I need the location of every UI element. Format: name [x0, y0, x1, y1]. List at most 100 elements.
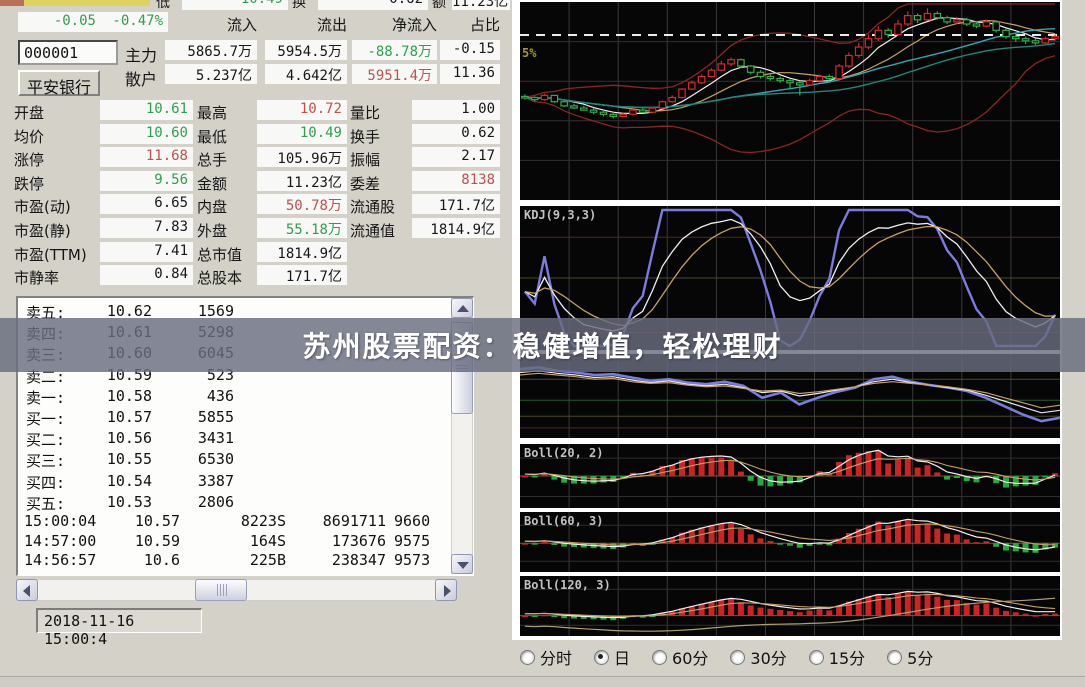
- trade-amount: 8691711: [296, 512, 386, 530]
- boll20-label: Boll(20, 2): [524, 446, 603, 460]
- tick-log-row: 14:57:0010.59164S1736769575: [18, 532, 448, 551]
- quote-value: 1814.9亿: [412, 218, 500, 238]
- level-volume: 5855: [154, 408, 234, 426]
- trade-time: 14:56:57: [24, 551, 96, 569]
- flow-value: 5951.4万: [352, 64, 437, 84]
- quote-label: 市盈(动): [14, 196, 98, 217]
- change-value: -0.05: [54, 13, 96, 29]
- quote-value: 10.61: [100, 100, 193, 120]
- level-price: 10.58: [82, 387, 152, 405]
- level-name: 买三:: [26, 450, 65, 471]
- period-radio-label: 分时: [540, 645, 572, 669]
- clipped-amount-value: 11.23亿: [452, 0, 510, 10]
- quote-value: 55.18万: [257, 218, 347, 238]
- order-book-row: 买三:10.556530: [18, 450, 448, 471]
- radio-icon: [730, 650, 745, 665]
- quote-label: 金额: [197, 173, 255, 194]
- scroll-up-button[interactable]: [451, 298, 473, 318]
- flow-value: 11.36: [440, 64, 500, 84]
- quote-label: 市盈(静): [14, 220, 98, 241]
- trade-seq: 9575: [394, 532, 430, 550]
- quote-value: 11.23亿: [257, 171, 347, 191]
- scroll-left-button[interactable]: [16, 579, 38, 601]
- trading-terminal-window: 低 10.49 换 0.62 额 11.23亿 -0.05 -0.47% 平安银…: [0, 0, 1085, 687]
- period-radio-label: 5分: [907, 645, 933, 669]
- order-book-row: 买五:10.532806: [18, 493, 448, 514]
- quote-value: 6.65: [100, 194, 193, 214]
- flow-value: 5.237亿: [165, 64, 257, 84]
- trade-price: 10.57: [110, 512, 180, 530]
- order-book-row: 买四:10.543387: [18, 472, 448, 493]
- boll60-chart[interactable]: Boll(60, 3): [520, 512, 1060, 572]
- stock-code-input[interactable]: [18, 40, 118, 65]
- order-book-row: 卖一:10.58436: [18, 387, 448, 408]
- flow-row-label: 散户: [125, 66, 157, 90]
- quote-label: 流通值: [350, 220, 412, 241]
- quote-value: 0.84: [100, 265, 193, 285]
- level-name: 买二:: [26, 429, 65, 450]
- level-name: 买四:: [26, 472, 65, 493]
- period-radio-60分[interactable]: 60分: [652, 645, 708, 669]
- flow-value: -0.15: [440, 40, 500, 60]
- flow-value: 4.642亿: [265, 64, 347, 84]
- thumb-grip: [217, 584, 218, 596]
- kdj-label: KDJ(9,3,3): [524, 208, 596, 222]
- flow-header: 流入: [165, 14, 257, 35]
- level-name: 卖一:: [26, 387, 65, 408]
- change-percent: -0.47%: [112, 13, 163, 29]
- period-radio-15分[interactable]: 15分: [809, 645, 865, 669]
- flow-value: -88.78万: [352, 40, 437, 60]
- clipped-turnover-value: 0.62: [318, 0, 428, 10]
- boll60-label: Boll(60, 3): [524, 514, 603, 528]
- period-radio-5分[interactable]: 5分: [887, 645, 933, 669]
- quote-label: 总市值: [197, 244, 255, 265]
- kline-chart[interactable]: 5%: [520, 2, 1060, 200]
- trade-price: 10.6: [110, 551, 180, 569]
- scroll-right-button[interactable]: [435, 579, 457, 601]
- period-radio-label: 60分: [672, 645, 708, 669]
- scroll-down-button[interactable]: [451, 554, 473, 574]
- quote-label: 委差: [350, 173, 412, 194]
- horizontal-scrollbar-thumb[interactable]: [195, 579, 247, 601]
- clipped-low-value: 10.49: [182, 0, 288, 10]
- chevron-up-icon: [457, 305, 469, 312]
- period-radio-30分[interactable]: 30分: [730, 645, 786, 669]
- quote-value: 7.41: [100, 242, 193, 262]
- level-volume: 2806: [154, 493, 234, 511]
- period-radio-日[interactable]: 日: [594, 645, 630, 669]
- quote-value: 8138: [412, 171, 500, 191]
- clipped-price-row: [0, 0, 150, 6]
- thumb-grip: [223, 584, 224, 596]
- trade-amount: 238347: [296, 551, 386, 569]
- quote-value: 0.62: [412, 124, 500, 144]
- period-radio-分时[interactable]: 分时: [520, 645, 572, 669]
- quote-label: 总手: [197, 149, 255, 170]
- price-change-box: -0.05 -0.47%: [18, 12, 168, 32]
- chevron-right-icon: [444, 585, 451, 597]
- flow-value: 5865.7万: [165, 40, 257, 60]
- radio-selected-dot: [598, 654, 603, 659]
- trade-time: 14:57:00: [24, 532, 96, 550]
- quote-value: 7.83: [100, 218, 193, 238]
- clipped-turnover-label: 换: [292, 0, 306, 12]
- boll120-chart[interactable]: Boll(120, 3): [520, 576, 1060, 636]
- promo-banner: 苏州股票配资：稳健增值，轻松理财: [0, 318, 1085, 372]
- boll20-chart[interactable]: Boll(20, 2): [520, 444, 1060, 508]
- period-radio-label: 日: [614, 645, 630, 669]
- flow-header: 净流入: [352, 14, 437, 35]
- flow-row-label: 主力: [125, 42, 157, 66]
- quote-value: 50.78万: [257, 194, 347, 214]
- quote-value: 10.60: [100, 124, 193, 144]
- quote-value: 171.7亿: [257, 265, 347, 285]
- quote-label: 涨停: [14, 149, 98, 170]
- bottom-strip: [0, 677, 1085, 687]
- quote-label: 市静率: [14, 267, 98, 288]
- chart-canvas: [520, 2, 1060, 200]
- trade-volume: 225B: [206, 551, 286, 569]
- level-price: 10.54: [82, 472, 152, 490]
- clipped-low-label: 低: [156, 0, 170, 12]
- radio-icon: [652, 650, 667, 665]
- period-selector: 分时 日 60分 30分 15分 5分: [520, 645, 955, 669]
- quote-label: 量比: [350, 102, 412, 123]
- quote-value: 171.7亿: [412, 194, 500, 214]
